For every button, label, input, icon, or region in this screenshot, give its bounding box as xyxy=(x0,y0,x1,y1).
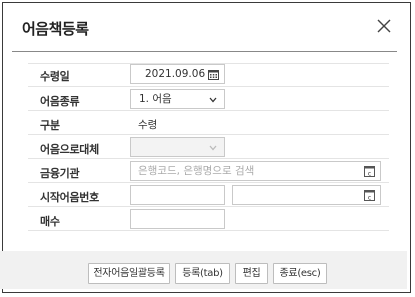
row-separator xyxy=(28,182,389,183)
count-label: 매수 xyxy=(40,215,60,228)
start-bill-number-lookup[interactable]: c xyxy=(232,185,381,205)
row-separator xyxy=(28,158,389,159)
bank-placeholder: 은행코드, 은행명으로 검색 xyxy=(138,165,255,177)
bill-type-value: 1. 어음 xyxy=(139,93,172,105)
category-label: 구분 xyxy=(40,119,60,132)
register-button[interactable]: 등록(tab) xyxy=(175,263,230,284)
chevron-down-icon xyxy=(209,145,217,151)
close-icon[interactable] xyxy=(375,17,393,35)
count-input[interactable] xyxy=(130,209,225,229)
batch-register-button[interactable]: 전자어음일괄등록 xyxy=(88,263,170,284)
bill-substitute-label: 어음으로대체 xyxy=(40,143,99,156)
row-separator xyxy=(28,230,389,231)
category-value: 수령 xyxy=(138,119,158,131)
svg-text:c: c xyxy=(368,170,371,177)
close-button[interactable]: 종료(esc) xyxy=(273,263,327,284)
chevron-down-icon xyxy=(209,97,217,103)
receipt-date-field[interactable]: 2021.09.06 xyxy=(130,64,225,84)
start-bill-number-input[interactable] xyxy=(130,185,225,205)
bank-label: 금융기관 xyxy=(40,167,80,180)
edit-button[interactable]: 편집 xyxy=(235,263,268,284)
svg-text:c: c xyxy=(368,194,371,201)
code-help-icon[interactable]: c xyxy=(364,190,375,201)
start-bill-number-label: 시작어음번호 xyxy=(40,191,99,204)
row-separator xyxy=(28,110,389,111)
bank-search-input[interactable]: 은행코드, 은행명으로 검색 c xyxy=(130,161,381,181)
bill-substitute-select[interactable] xyxy=(130,137,225,157)
bill-type-select[interactable]: 1. 어음 xyxy=(130,89,225,109)
title-divider xyxy=(12,51,397,52)
row-separator xyxy=(28,134,389,135)
code-help-icon[interactable]: c xyxy=(364,166,375,177)
row-separator xyxy=(28,86,389,87)
row-separator xyxy=(28,206,389,207)
dialog-title: 어음책등록 xyxy=(22,20,89,38)
calendar-icon[interactable] xyxy=(208,69,219,80)
receipt-date-label: 수령일 xyxy=(40,70,70,83)
receipt-date-value: 2021.09.06 xyxy=(145,68,206,80)
bill-type-label: 어음종류 xyxy=(40,95,80,108)
